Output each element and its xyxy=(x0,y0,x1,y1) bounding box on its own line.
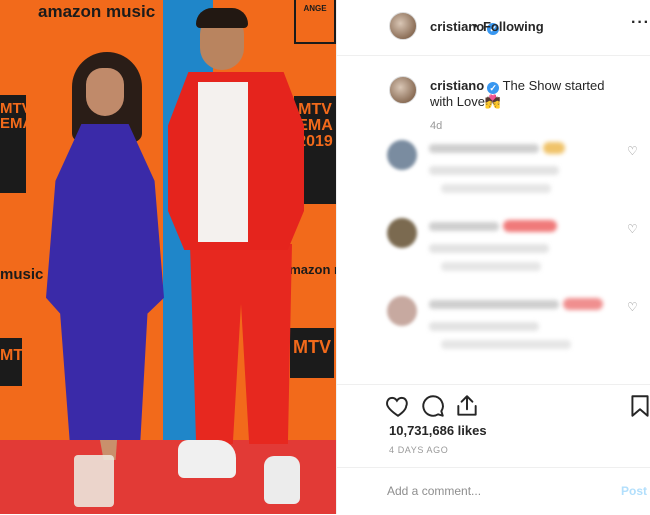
commenter-avatar[interactable] xyxy=(387,218,417,248)
comment-item: ♡ xyxy=(381,214,650,274)
commenter-avatar[interactable] xyxy=(387,140,417,170)
like-comment-icon[interactable]: ♡ xyxy=(627,300,638,314)
commenter-avatar[interactable] xyxy=(387,296,417,326)
caption-text-block: cristiano ✓ The Show started with Love💏 xyxy=(430,78,630,110)
bookmark-icon[interactable] xyxy=(627,393,650,419)
like-comment-icon[interactable]: ♡ xyxy=(627,222,638,236)
man-red-pants xyxy=(190,244,292,444)
comment-item: ♡ xyxy=(381,292,650,352)
post-actions: 10,731,686 likes 4 DAYS AGO Post xyxy=(337,384,650,514)
mtv-logo-small-right: MTV xyxy=(290,328,334,378)
likes-count[interactable]: 10,731,686 likes xyxy=(389,423,487,438)
backdrop-brand-text: amazon music xyxy=(38,2,156,21)
share-icon[interactable] xyxy=(454,393,480,419)
header-separator: • xyxy=(473,18,478,33)
mtv-logo-left: MTV EMA xyxy=(0,95,33,193)
post-header: cristiano ✓ • Following ··· xyxy=(337,0,650,56)
backdrop-music-text: music xyxy=(0,266,44,283)
following-button[interactable]: Following xyxy=(483,19,544,34)
mtv-logo-small-left: MTV xyxy=(0,338,34,386)
backdrop-corner-logo: ANGE xyxy=(294,0,336,44)
caption-author-avatar[interactable] xyxy=(389,76,417,104)
man-white-shirt xyxy=(198,82,248,242)
post-date[interactable]: 4 DAYS AGO xyxy=(389,445,448,455)
man-sneaker-right xyxy=(264,456,300,504)
woman-shoes xyxy=(74,455,114,507)
caption-verified-icon: ✓ xyxy=(487,82,500,94)
post-side-panel: cristiano ✓ • Following ··· cristiano ✓ Th… xyxy=(336,0,650,514)
caption-timestamp[interactable]: 4d xyxy=(430,120,442,132)
add-comment-input[interactable] xyxy=(387,480,597,502)
post-comment-button[interactable]: Post xyxy=(621,484,647,498)
woman-face xyxy=(86,68,124,116)
more-options-icon[interactable]: ··· xyxy=(631,14,650,32)
woman-blue-dress xyxy=(46,124,164,440)
man-sneaker-left xyxy=(178,440,236,478)
man-hair xyxy=(196,8,248,28)
caption-username[interactable]: cristiano xyxy=(430,78,484,93)
add-comment-row: Post xyxy=(337,467,650,515)
like-comment-icon[interactable]: ♡ xyxy=(627,144,638,158)
like-heart-icon[interactable] xyxy=(385,393,411,419)
author-avatar[interactable] xyxy=(389,12,417,40)
post-photo[interactable]: amazon music amazon m music ANGE MTV EMA… xyxy=(0,0,336,514)
comment-bubble-icon[interactable] xyxy=(420,393,446,419)
comment-item: ♡ xyxy=(381,136,650,196)
